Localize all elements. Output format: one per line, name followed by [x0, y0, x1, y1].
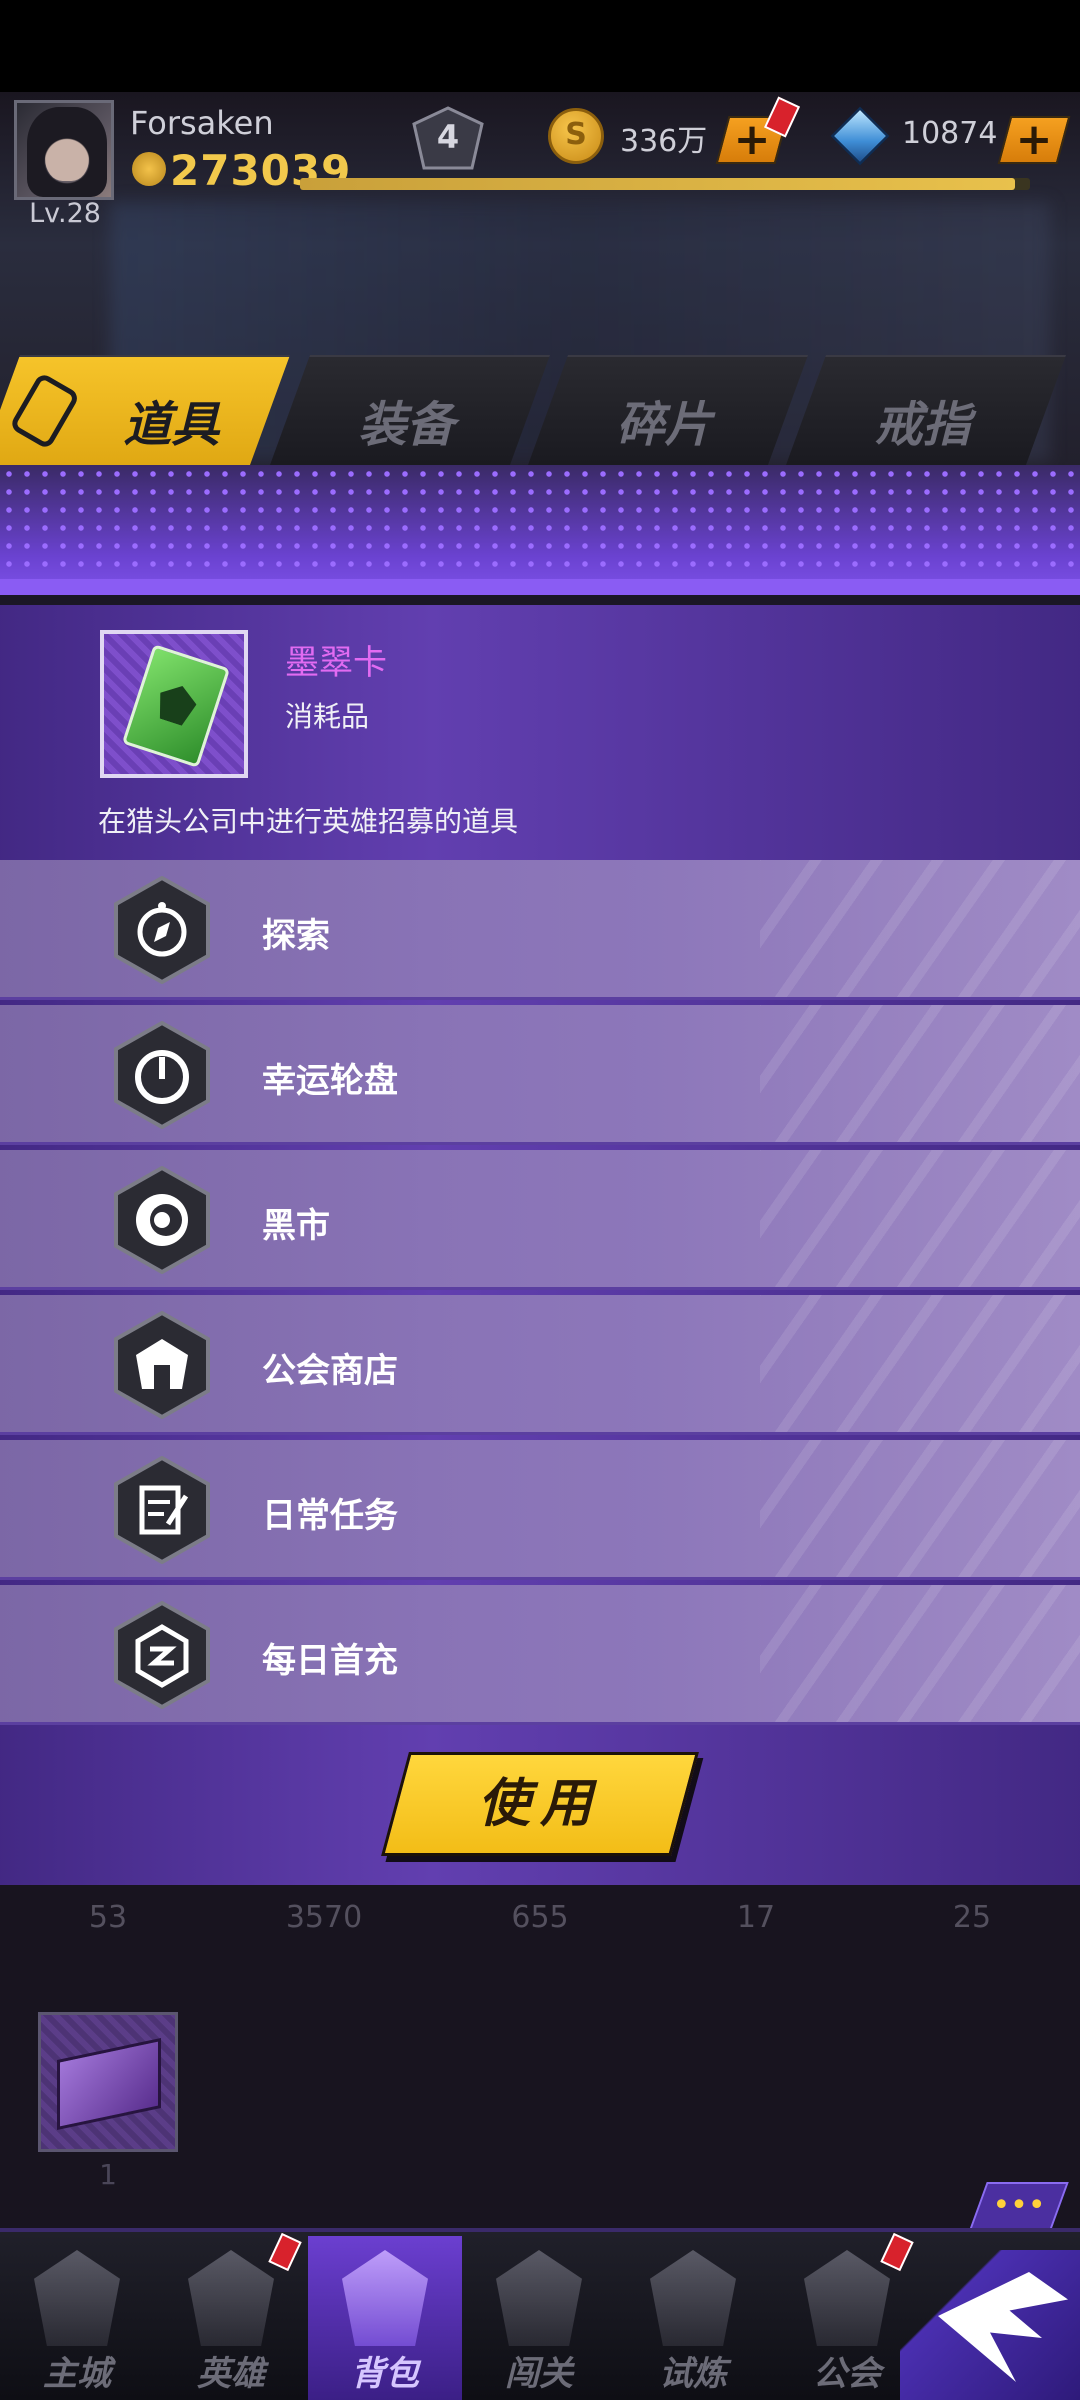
chest-icon	[57, 2037, 161, 2131]
item-count: 3570	[285, 1900, 363, 1935]
nav-trials[interactable]: 试炼	[616, 2236, 770, 2400]
source-row-daily-tasks[interactable]: 日常任务	[0, 1440, 1080, 1580]
source-label: 公会商店	[262, 1351, 398, 1391]
coin-icon	[548, 108, 604, 164]
item-count: 655	[511, 1900, 569, 1935]
tab-label: 戒指	[874, 397, 971, 453]
gem-icon	[830, 106, 890, 166]
source-row-lucky-wheel[interactable]: 幸运轮盘	[0, 1005, 1080, 1145]
experience-fill	[300, 178, 1016, 190]
tab-equipment[interactable]: 装备	[269, 355, 551, 465]
eagle-icon	[496, 2250, 582, 2346]
guild-icon	[804, 2250, 890, 2346]
inventory-counts: 53 3570 655 17 25	[0, 1900, 1080, 1970]
experience-bar	[300, 178, 1030, 190]
source-row-daily-recharge[interactable]: 每日首充	[0, 1585, 1080, 1725]
coin-amount: 336万	[620, 124, 708, 159]
tab-label: 装备	[358, 397, 455, 453]
nav-main-city[interactable]: 主城	[0, 2236, 154, 2400]
tab-label: 碎片	[616, 397, 713, 453]
source-label: 黑市	[262, 1206, 330, 1246]
inventory-slot[interactable]	[38, 2012, 178, 2152]
nav-label: 背包	[351, 2354, 419, 2394]
source-list: 探索 幸运轮盘 黑市 公会商店 日常任务 每日首充	[0, 860, 1080, 1730]
item-icon-frame	[100, 630, 248, 778]
item-type: 消耗品	[285, 700, 370, 733]
source-label: 日常任务	[262, 1496, 398, 1536]
tab-items[interactable]: 道具	[0, 355, 291, 465]
item-description: 在猎头公司中进行英雄招募的道具	[98, 805, 519, 838]
row-decoration	[760, 860, 1080, 997]
tab-rings[interactable]: 戒指	[785, 355, 1067, 465]
nav-label: 闯关	[505, 2354, 573, 2394]
castle-icon	[34, 2250, 120, 2346]
wheel-icon	[108, 1020, 216, 1130]
item-count: 17	[736, 1900, 776, 1935]
nav-label: 英雄	[197, 2354, 265, 2394]
rank-badge[interactable]: 4	[410, 106, 486, 172]
backpack-icon	[342, 2250, 428, 2346]
task-icon	[108, 1455, 216, 1565]
nav-heroes[interactable]: 英雄	[154, 2232, 308, 2400]
source-label: 幸运轮盘	[262, 1061, 398, 1101]
item-name: 墨翠卡	[285, 643, 387, 683]
row-decoration	[760, 1295, 1080, 1432]
source-row-black-market[interactable]: 黑市	[0, 1150, 1080, 1290]
vortex-icon	[108, 1165, 216, 1275]
player-level: Lv.28	[29, 198, 101, 229]
chat-button[interactable]: •••	[969, 2182, 1069, 2230]
recharge-icon	[108, 1600, 216, 1710]
row-decoration	[760, 1585, 1080, 1722]
helmet-icon	[188, 2250, 274, 2346]
nav-backpack[interactable]: 背包	[308, 2236, 462, 2400]
nav-stages[interactable]: 闯关	[462, 2236, 616, 2400]
item-count: 25	[952, 1900, 992, 1935]
slot-count: 1	[99, 2158, 117, 2191]
avatar-hair	[27, 107, 107, 197]
row-decoration	[760, 1005, 1080, 1142]
row-decoration	[760, 1150, 1080, 1287]
guild-shop-icon	[108, 1310, 216, 1420]
add-gems-button[interactable]: +	[997, 114, 1071, 165]
source-label: 探索	[262, 916, 330, 956]
power-icon	[132, 152, 166, 186]
player-name: Forsaken	[130, 104, 274, 142]
tab-fragments[interactable]: 碎片	[527, 355, 809, 465]
jade-card-icon	[121, 644, 231, 768]
tab-label: 道具	[123, 397, 220, 453]
use-button[interactable]: 使用	[381, 1752, 699, 1856]
row-decoration	[760, 1440, 1080, 1577]
source-row-guild-shop[interactable]: 公会商店	[0, 1295, 1080, 1435]
compass-icon	[108, 875, 216, 985]
nav-label: 主城	[43, 2354, 111, 2394]
alert-badge-icon	[268, 2232, 302, 2272]
source-row-explore[interactable]: 探索	[0, 860, 1080, 1000]
nav-label: 试炼	[659, 2354, 727, 2394]
rank-number: 4	[436, 118, 460, 156]
player-avatar[interactable]	[14, 100, 114, 200]
gem-amount: 10874	[902, 116, 998, 151]
item-count: 53	[88, 1900, 128, 1935]
player-header: Lv.28 Forsaken 273039 4 336万 + 10874 +	[0, 92, 1080, 242]
use-button-label: 使用	[477, 1774, 602, 1834]
dotted-banner	[0, 465, 1080, 595]
trial-icon	[650, 2250, 736, 2346]
inventory-tabs: 道具 装备 碎片 戒指	[0, 355, 1080, 465]
plus-icon: +	[1015, 114, 1053, 165]
item-detail-panel: 墨翠卡 消耗品 在猎头公司中进行英雄招募的道具 探索 幸运轮盘 黑市 公会商店 …	[0, 605, 1080, 1885]
source-label: 每日首充	[262, 1641, 398, 1681]
chat-icon: •••	[992, 2188, 1046, 2223]
